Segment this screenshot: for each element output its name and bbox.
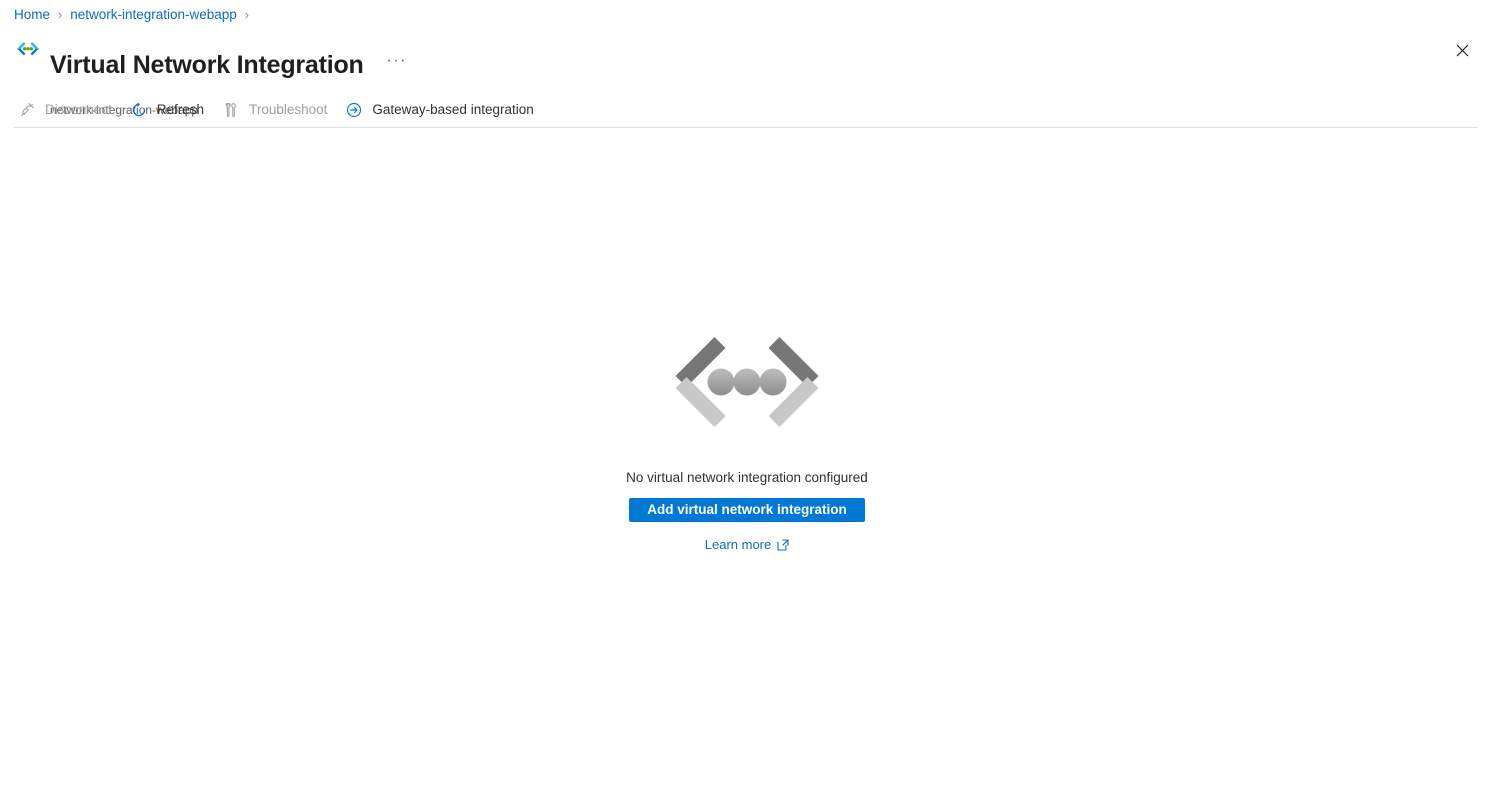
vnet-integration-icon [12, 34, 44, 66]
learn-more-label: Learn more [704, 537, 772, 552]
refresh-label: Refresh [156, 102, 205, 117]
add-virtual-network-integration-button[interactable]: Add virtual network integration [629, 498, 865, 522]
breadcrumb: Home › network-integration-webapp › [14, 5, 257, 25]
empty-state-message: No virtual network integration configure… [626, 470, 868, 485]
troubleshoot-tools-icon [220, 100, 242, 120]
disconnect-label: Disconnect [45, 102, 112, 117]
disconnect-plug-icon [16, 100, 38, 120]
breadcrumb-separator-icon: › [58, 8, 63, 22]
command-bar: Disconnect Refresh Troubleshoot Gateway-… [14, 96, 548, 124]
page-title: Virtual Network Integration [50, 50, 364, 79]
empty-state: No virtual network integration configure… [0, 330, 1494, 554]
breadcrumb-item-home[interactable]: Home [14, 5, 50, 25]
troubleshoot-button[interactable]: Troubleshoot [218, 96, 335, 124]
ellipsis-icon[interactable]: ··· [384, 52, 410, 78]
learn-more-link[interactable]: Learn more [705, 536, 789, 554]
title-line: Virtual Network Integration ··· [50, 32, 410, 98]
external-link-icon [777, 539, 789, 551]
breadcrumb-separator-icon: › [244, 8, 249, 22]
vnet-integration-blade: Home › network-integration-webapp › Virt… [0, 0, 1494, 787]
gateway-based-integration-label: Gateway-based integration [372, 102, 534, 117]
command-bar-divider [14, 127, 1478, 128]
arrow-circle-right-icon [343, 100, 365, 120]
breadcrumb-item-webapp[interactable]: network-integration-webapp [70, 5, 237, 25]
vnet-integration-grayscale-illustration [659, 330, 835, 448]
refresh-button[interactable]: Refresh [126, 96, 212, 124]
disconnect-button[interactable]: Disconnect [14, 96, 120, 124]
close-icon[interactable] [1446, 34, 1478, 66]
refresh-icon [128, 100, 150, 120]
gateway-based-integration-button[interactable]: Gateway-based integration [341, 96, 541, 124]
troubleshoot-label: Troubleshoot [249, 102, 328, 117]
